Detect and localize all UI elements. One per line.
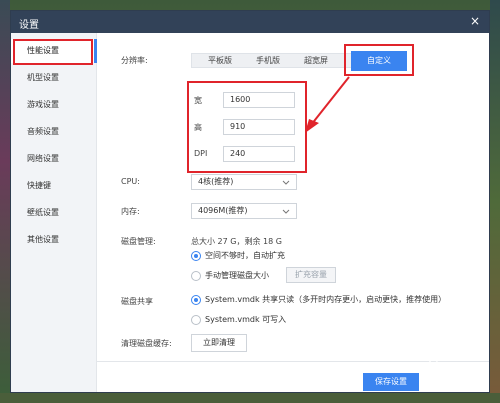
sidebar-item-other[interactable]: 其他设置 [11, 228, 97, 252]
clear-cache-label: 清理磁盘缓存: [121, 339, 172, 348]
close-icon[interactable]: × [469, 15, 481, 27]
background-left [0, 0, 10, 403]
width-label: 宽 [194, 96, 202, 105]
disk-summary: 总大小 27 G，剩余 18 G [191, 237, 282, 246]
disk-option-manual-label: 手动管理磁盘大小 [205, 271, 269, 280]
chevron-down-icon [282, 209, 290, 214]
disk-option-auto-label: 空间不够时，自动扩充 [205, 251, 285, 260]
settings-dialog: 设置 × 性能设置 机型设置 游戏设置 音频设置 网络设置 快捷键 壁纸设置 其… [10, 10, 490, 393]
height-input[interactable]: 910 [223, 119, 295, 135]
sidebar-item-game[interactable]: 游戏设置 [11, 93, 97, 117]
width-input[interactable]: 1600 [223, 92, 295, 108]
cpu-label: CPU: [121, 177, 140, 186]
background-bottom [0, 393, 500, 403]
cpu-select-value: 4核(推荐) [198, 177, 234, 186]
dpi-label: DPI [194, 149, 208, 158]
resolution-option-tablet[interactable]: 平板版 [198, 54, 242, 67]
memory-select[interactable]: 4096M(推荐) [191, 203, 297, 219]
sidebar-item-model[interactable]: 机型设置 [11, 66, 97, 90]
disk-option-auto[interactable]: 空间不够时，自动扩充 [191, 249, 371, 263]
dialog-title: 设置 [19, 20, 39, 31]
sidebar-item-audio[interactable]: 音频设置 [11, 120, 97, 144]
sidebar-item-wallpaper[interactable]: 壁纸设置 [11, 201, 97, 225]
clear-cache-button[interactable]: 立即清理 [191, 334, 247, 352]
radio-checked[interactable] [191, 295, 201, 305]
resolution-option-ultrawide[interactable]: 超宽屏 [294, 54, 338, 67]
background-right [490, 0, 500, 403]
radio-checked[interactable] [191, 251, 201, 261]
resolution-option-phone[interactable]: 手机版 [246, 54, 290, 67]
dpi-input[interactable]: 240 [223, 146, 295, 162]
radio-unchecked[interactable] [191, 315, 201, 325]
sidebar-item-shortcuts[interactable]: 快捷键 [11, 174, 97, 198]
disk-share-option-readonly[interactable]: System.vmdk 共享只读（多开时内存更小，启动更快，推荐使用） [191, 293, 481, 307]
cpu-select[interactable]: 4核(推荐) [191, 174, 297, 190]
sidebar-item-performance[interactable]: 性能设置 [11, 39, 97, 63]
titlebar: 设置 × [11, 11, 489, 33]
memory-label: 内存: [121, 207, 140, 216]
resolution-option-custom[interactable]: 自定义 [351, 51, 407, 71]
disk-share-readonly-label: System.vmdk 共享只读（多开时内存更小，启动更快，推荐使用） [205, 295, 447, 304]
disk-share-writable-label: System.vmdk 可写入 [205, 315, 287, 324]
memory-select-value: 4096M(推荐) [198, 206, 248, 215]
sidebar: 性能设置 机型设置 游戏设置 音频设置 网络设置 快捷键 壁纸设置 其他设置 [11, 33, 97, 392]
expand-disk-button[interactable]: 扩充容量 [286, 267, 336, 283]
chevron-down-icon [282, 180, 290, 185]
height-label: 高 [194, 123, 202, 132]
radio-unchecked[interactable] [191, 271, 201, 281]
pointer-arrow [305, 76, 350, 133]
watermark-site: te5.com [432, 385, 457, 392]
sidebar-item-network[interactable]: 网络设置 [11, 147, 97, 171]
disk-share-option-writable[interactable]: System.vmdk 可写入 [191, 313, 331, 327]
disk-label: 磁盘管理: [121, 237, 156, 246]
resolution-label: 分辨率: [121, 56, 148, 65]
save-settings-button[interactable]: 保存设置 [363, 373, 419, 391]
disk-share-label: 磁盘共享 [121, 297, 153, 306]
disk-option-manual[interactable]: 手动管理磁盘大小 [191, 269, 291, 283]
